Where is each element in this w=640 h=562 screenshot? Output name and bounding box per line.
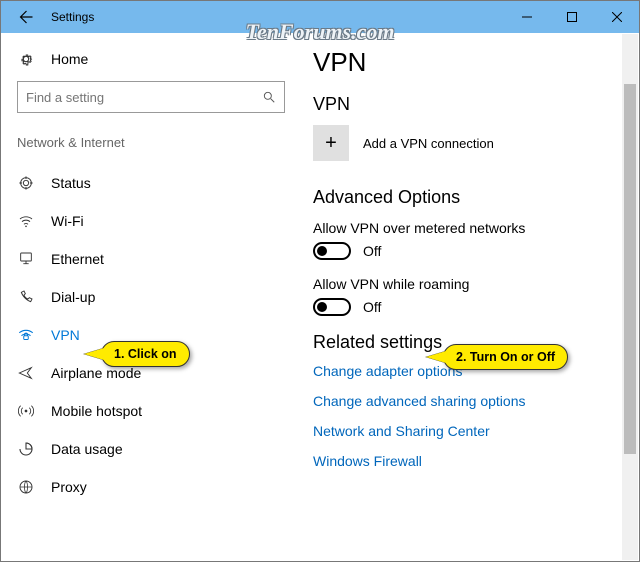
content: Home Network & Internet Status Wi-Fi Eth… — [1, 33, 639, 561]
sidebar-item-label: Dial-up — [51, 289, 95, 305]
callout-1: 1. Click on — [101, 341, 190, 367]
sidebar-item-label: Data usage — [51, 441, 123, 457]
wifi-icon — [17, 213, 35, 229]
main-panel: VPN VPN + Add a VPN connection Advanced … — [301, 33, 639, 561]
search-icon — [262, 90, 276, 104]
close-icon — [612, 12, 622, 22]
airplane-icon — [17, 365, 35, 381]
toggle-metered-state: Off — [363, 243, 381, 259]
sidebar-item-dialup[interactable]: Dial-up — [17, 278, 285, 316]
page-title: VPN — [313, 47, 619, 78]
scrollbar-thumb[interactable] — [624, 84, 636, 454]
toggle-roaming[interactable] — [313, 298, 351, 316]
ethernet-icon — [17, 251, 35, 267]
titlebar: Settings — [1, 1, 639, 33]
search-box[interactable] — [17, 81, 285, 113]
callout-2-text: 2. Turn On or Off — [456, 350, 555, 364]
maximize-icon — [567, 12, 577, 22]
toggle-roaming-state: Off — [363, 299, 381, 315]
status-icon — [17, 175, 35, 191]
vpn-icon — [17, 328, 35, 342]
sidebar-item-label: VPN — [51, 327, 80, 343]
sidebar-item-label: Proxy — [51, 479, 87, 495]
sidebar-item-wifi[interactable]: Wi-Fi — [17, 202, 285, 240]
dialup-icon — [17, 289, 35, 305]
advanced-options-title: Advanced Options — [313, 187, 619, 208]
sidebar-item-label: Airplane mode — [51, 365, 141, 381]
window-controls — [504, 1, 639, 33]
arrow-left-icon — [16, 8, 34, 26]
option-metered: Allow VPN over metered networks Off — [313, 220, 619, 260]
plus-icon: + — [313, 125, 349, 161]
hotspot-icon — [17, 403, 35, 419]
link-network-sharing-center[interactable]: Network and Sharing Center — [313, 423, 619, 439]
maximize-button[interactable] — [549, 1, 594, 33]
callout-1-text: 1. Click on — [114, 347, 177, 361]
sidebar-home[interactable]: Home — [17, 51, 285, 67]
sidebar-item-datausage[interactable]: Data usage — [17, 430, 285, 468]
vpn-section-title: VPN — [313, 94, 619, 115]
add-vpn-label: Add a VPN connection — [363, 136, 494, 151]
sidebar-item-label: Status — [51, 175, 91, 191]
add-vpn-row[interactable]: + Add a VPN connection — [313, 125, 619, 161]
proxy-icon — [17, 479, 35, 495]
option-roaming: Allow VPN while roaming Off — [313, 276, 619, 316]
minimize-icon — [522, 12, 532, 22]
sidebar-item-hotspot[interactable]: Mobile hotspot — [17, 392, 285, 430]
link-windows-firewall[interactable]: Windows Firewall — [313, 453, 619, 469]
option-roaming-label: Allow VPN while roaming — [313, 276, 619, 292]
link-advanced-sharing[interactable]: Change advanced sharing options — [313, 393, 619, 409]
sidebar-group-title: Network & Internet — [17, 135, 285, 150]
toggle-metered[interactable] — [313, 242, 351, 260]
sidebar-item-label: Wi-Fi — [51, 213, 84, 229]
scrollbar[interactable] — [622, 34, 638, 560]
search-input[interactable] — [26, 90, 262, 105]
sidebar-item-ethernet[interactable]: Ethernet — [17, 240, 285, 278]
window-title: Settings — [51, 10, 94, 24]
close-button[interactable] — [594, 1, 639, 33]
gear-icon — [17, 51, 35, 67]
sidebar-item-label: Mobile hotspot — [51, 403, 142, 419]
callout-2: 2. Turn On or Off — [443, 344, 568, 370]
sidebar: Home Network & Internet Status Wi-Fi Eth… — [1, 33, 301, 561]
minimize-button[interactable] — [504, 1, 549, 33]
back-button[interactable] — [7, 1, 43, 33]
option-metered-label: Allow VPN over metered networks — [313, 220, 619, 236]
sidebar-item-proxy[interactable]: Proxy — [17, 468, 285, 506]
datausage-icon — [17, 441, 35, 457]
sidebar-item-status[interactable]: Status — [17, 164, 285, 202]
sidebar-item-label: Ethernet — [51, 251, 104, 267]
sidebar-home-label: Home — [51, 51, 88, 67]
